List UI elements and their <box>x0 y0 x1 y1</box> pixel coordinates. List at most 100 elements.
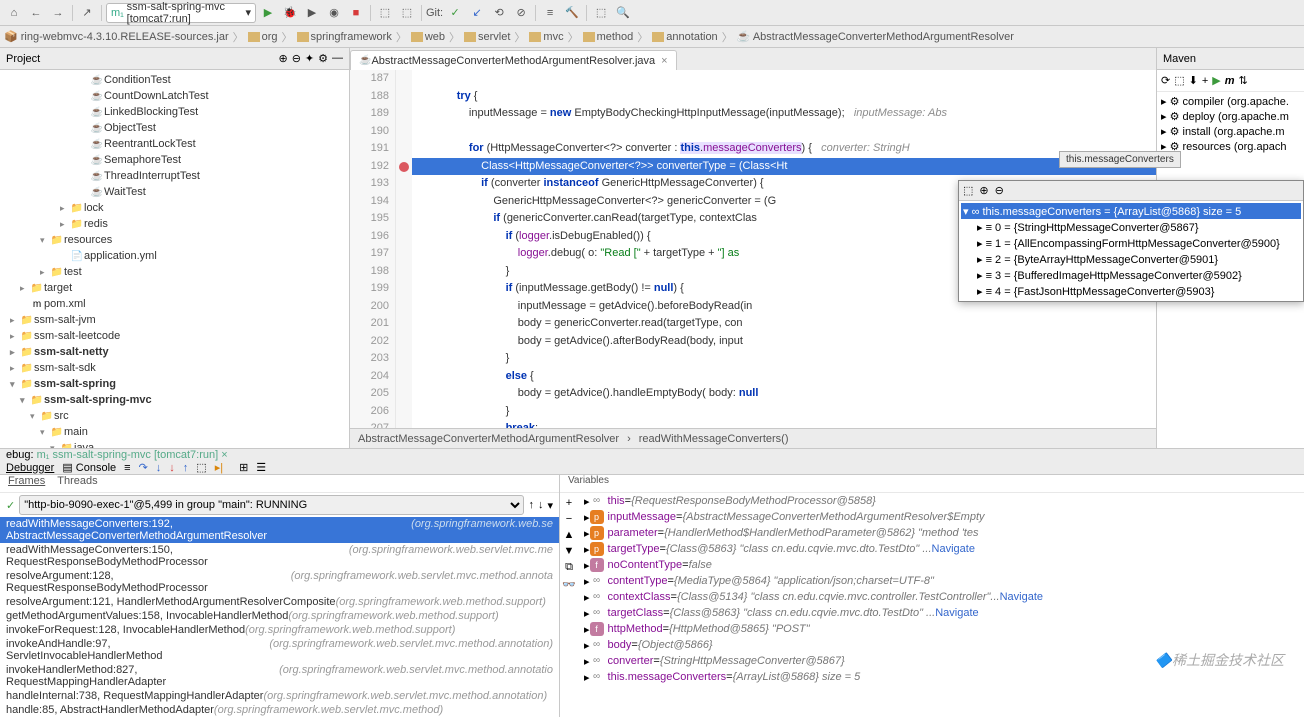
popup-root[interactable]: ▾ ∞ this.messageConverters = {ArrayList@… <box>961 203 1301 219</box>
frames-tab[interactable]: Frames <box>8 475 45 492</box>
maven-item[interactable]: ▸ ⚙ resources (org.apach <box>1161 139 1300 154</box>
stack-frame[interactable]: getMethodArgumentValues:158, InvocableHa… <box>0 609 559 623</box>
stack-frame[interactable]: resolveArgument:128, RequestResponseBody… <box>0 569 559 595</box>
popup-item[interactable]: ▸ ≡ 1 = {AllEncompassingFormHttpMessageC… <box>961 235 1301 251</box>
hammer-icon[interactable]: 🔨 <box>562 3 582 23</box>
prev-icon[interactable]: ↑ <box>528 499 534 511</box>
git-history-icon[interactable]: ⟲ <box>489 3 509 23</box>
run-config-select[interactable]: m₁ ssm-salt-spring-mvc [tomcat7:run] ▾ <box>106 3 256 23</box>
breadcrumb-item[interactable]: servlet <box>464 31 510 43</box>
debug-run-tab[interactable]: m₁ ssm-salt-spring-mvc [tomcat7:run] × <box>37 449 228 461</box>
popup-tool-icon[interactable]: ⊖ <box>995 184 1004 197</box>
maven-item[interactable]: ▸ ⚙ install (org.apache.m <box>1161 124 1300 139</box>
popup-tool-icon[interactable]: ⬚ <box>963 184 973 197</box>
breadcrumb-item[interactable]: springframework <box>297 31 392 43</box>
forward-icon[interactable]: → <box>48 3 68 23</box>
variable-row[interactable]: ▸ ptargetType = {Class@5863} "class cn.e… <box>578 541 1304 557</box>
breadcrumb-item[interactable]: 📦 ring-webmvc-4.3.10.RELEASE-sources.jar <box>4 30 229 43</box>
run-cursor-icon[interactable]: ▸| <box>215 461 223 474</box>
add-icon[interactable]: + <box>1202 75 1208 87</box>
git-rollback-icon[interactable]: ⊘ <box>511 3 531 23</box>
tree-node[interactable]: ▸📁test <box>0 264 349 280</box>
variable-row[interactable]: ▸ ∞targetClass = {Class@5863} "class cn.… <box>578 605 1304 621</box>
project-tree[interactable]: ☕ConditionTest☕CountDownLatchTest☕Linked… <box>0 70 349 448</box>
up-icon[interactable]: ▲ <box>564 529 575 541</box>
remove-watch-icon[interactable]: − <box>566 513 572 525</box>
variable-row[interactable]: ▸ pinputMessage = {AbstractMessageConver… <box>578 509 1304 525</box>
debug-icon[interactable]: 🐞 <box>280 3 300 23</box>
popup-tool-icon[interactable]: ⊕ <box>979 184 988 197</box>
step-out-icon[interactable]: ↑ <box>183 462 189 474</box>
settings-icon[interactable]: ⚙ <box>318 52 328 65</box>
thread-select[interactable]: "http-bio-9090-exec-1"@5,499 in group "m… <box>19 495 524 515</box>
force-step-icon[interactable]: ↓ <box>169 462 175 474</box>
variable-row[interactable]: ▸ pparameter = {HandlerMethod$HandlerMet… <box>578 525 1304 541</box>
tree-node[interactable]: ▸📁ssm-salt-netty <box>0 344 349 360</box>
home-icon[interactable]: ⌂ <box>4 3 24 23</box>
stack-frame[interactable]: readWithMessageConverters:150, RequestRe… <box>0 543 559 569</box>
add-watch-icon[interactable]: + <box>566 497 572 509</box>
tree-node[interactable]: ▾📁ssm-salt-spring-mvc <box>0 392 349 408</box>
tree-node[interactable]: 📄application.yml <box>0 248 349 264</box>
variable-row[interactable]: ▸ ∞contentType = {MediaType@5864} "appli… <box>578 573 1304 589</box>
expand-icon[interactable]: ⊖ <box>292 52 301 65</box>
list-icon[interactable]: ☰ <box>256 461 266 474</box>
popup-item[interactable]: ▸ ≡ 0 = {StringHttpMessageConverter@5867… <box>961 219 1301 235</box>
glasses-icon[interactable]: 👓 <box>562 578 576 591</box>
console-tab[interactable]: ▤ Console <box>62 461 116 474</box>
select-icon[interactable]: ✦ <box>305 52 314 65</box>
coverage-icon[interactable]: ▶ <box>302 3 322 23</box>
eval-icon[interactable]: ⊞ <box>239 461 248 474</box>
variable-row[interactable]: ▸ ∞contextClass = {Class@5134} "class cn… <box>578 589 1304 605</box>
generate-icon[interactable]: ⬚ <box>1174 74 1184 87</box>
open-icon[interactable]: ↗ <box>77 3 97 23</box>
tree-node[interactable]: ☕ThreadInterruptTest <box>0 168 349 184</box>
tree-node[interactable]: ☕ObjectTest <box>0 120 349 136</box>
tree-node[interactable]: ▸📁redis <box>0 216 349 232</box>
down-icon[interactable]: ▼ <box>564 545 575 557</box>
stack-frame[interactable]: invokeForRequest:128, InvocableHandlerMe… <box>0 623 559 637</box>
breadcrumb-item[interactable]: annotation <box>652 31 717 43</box>
stack-frame[interactable]: readWithMessageConverters:192, AbstractM… <box>0 517 559 543</box>
tree-node[interactable]: ☕SemaphoreTest <box>0 152 349 168</box>
stack-frame[interactable]: resolveArgument:121, HandlerMethodArgume… <box>0 595 559 609</box>
stop-icon[interactable]: ■ <box>346 3 366 23</box>
tree-node[interactable]: ☕ReentrantLockTest <box>0 136 349 152</box>
tree-node[interactable]: ▾📁java <box>0 440 349 448</box>
tree-node[interactable]: ▸📁ssm-salt-jvm <box>0 312 349 328</box>
stack-frame[interactable]: handle:85, AbstractHandlerMethodAdapter … <box>0 703 559 717</box>
breadcrumb-item[interactable]: web <box>411 31 445 43</box>
stack-frame[interactable]: handleInternal:738, RequestMappingHandle… <box>0 689 559 703</box>
stack-frame[interactable]: invokeHandlerMethod:827, RequestMappingH… <box>0 663 559 689</box>
git-commit-icon[interactable]: ✓ <box>445 3 465 23</box>
run-icon[interactable]: ▶ <box>258 3 278 23</box>
collapse-icon[interactable]: ⊕ <box>278 52 287 65</box>
m-icon[interactable]: m <box>1225 75 1235 87</box>
tree-node[interactable]: ▸📁ssm-salt-sdk <box>0 360 349 376</box>
tree-node[interactable]: ▸📁lock <box>0 200 349 216</box>
tree-node[interactable]: ☕LinkedBlockingTest <box>0 104 349 120</box>
structure-icon[interactable]: ≡ <box>540 3 560 23</box>
tree-node[interactable]: ▸📁target <box>0 280 349 296</box>
tree-node[interactable]: ☕ConditionTest <box>0 72 349 88</box>
variable-row[interactable]: ▸ fhttpMethod = {HttpMethod@5865} "POST" <box>578 621 1304 637</box>
drop-frame-icon[interactable]: ⬚ <box>196 461 206 474</box>
back-icon[interactable]: ← <box>26 3 46 23</box>
tree-node[interactable]: ☕WaitTest <box>0 184 349 200</box>
tree-node[interactable]: ☕CountDownLatchTest <box>0 88 349 104</box>
debugger-tab[interactable]: Debugger <box>6 462 54 474</box>
tree-node[interactable]: ▾📁resources <box>0 232 349 248</box>
hide-icon[interactable]: — <box>332 52 343 65</box>
tab-icon[interactable]: ≡ <box>124 462 130 474</box>
breadcrumb-item[interactable]: org <box>248 31 278 43</box>
popup-item[interactable]: ▸ ≡ 3 = {BufferedImageHttpMessageConvert… <box>961 267 1301 283</box>
threads-tab[interactable]: Threads <box>57 475 97 492</box>
step-over-icon[interactable]: ↷ <box>139 461 148 474</box>
variable-row[interactable]: ▸ ∞this.messageConverters = {ArrayList@5… <box>578 669 1304 685</box>
run-maven-icon[interactable]: ▶ <box>1212 74 1220 87</box>
editor-tab[interactable]: ☕ AbstractMessageConverterMethodArgument… <box>350 50 677 70</box>
more-icon[interactable]: ⇅ <box>1239 74 1248 87</box>
download-icon[interactable]: ⬇ <box>1189 74 1198 87</box>
search-icon[interactable]: 🔍 <box>613 3 633 23</box>
dup-icon[interactable]: ⧉ <box>565 561 573 574</box>
